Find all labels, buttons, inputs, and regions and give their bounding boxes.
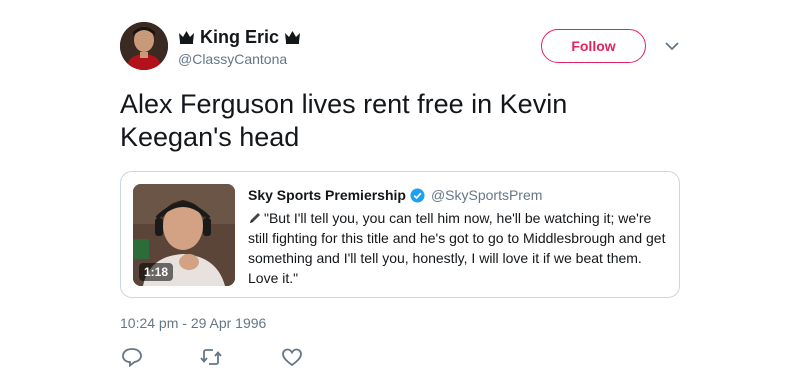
quote-body: Sky Sports Premiership @SkySportsPrem "B… (248, 186, 668, 288)
quoted-tweet[interactable]: 1:18 Sky Sports Premiership @SkySportsPr… (120, 171, 680, 298)
display-name-row[interactable]: King Eric (178, 26, 301, 48)
tweet-text: Alex Ferguson lives rent free in Kevin K… (120, 89, 568, 152)
quote-header: Sky Sports Premiership @SkySportsPrem (248, 186, 668, 204)
quote-author-name[interactable]: Sky Sports Premiership (248, 186, 406, 204)
pen-icon (250, 213, 260, 223)
follow-button[interactable]: Follow (541, 29, 646, 63)
crown-icon (179, 31, 194, 44)
crown-icon (285, 31, 301, 44)
reply-icon[interactable] (121, 347, 143, 367)
like-icon[interactable] (281, 347, 303, 367)
video-duration: 1:18 (139, 263, 174, 281)
quote-text-block: "But I'll tell you, you can tell him now… (248, 208, 668, 288)
quote-author-handle[interactable]: @SkySportsPrem (431, 186, 542, 204)
quote-text: "But I'll tell you, you can tell him now… (248, 210, 666, 286)
handle[interactable]: @ClassyCantona (178, 51, 301, 67)
tweet-author: King Eric @ClassyCantona (178, 26, 301, 67)
video-thumbnail[interactable]: 1:18 (133, 184, 235, 286)
chevron-down-icon[interactable] (665, 41, 679, 51)
avatar[interactable] (120, 22, 168, 70)
timestamp[interactable]: 10:24 pm - 29 Apr 1996 (120, 315, 266, 331)
retweet-icon[interactable] (200, 347, 222, 367)
display-name: King Eric (200, 27, 280, 47)
verified-badge-icon (410, 187, 425, 203)
